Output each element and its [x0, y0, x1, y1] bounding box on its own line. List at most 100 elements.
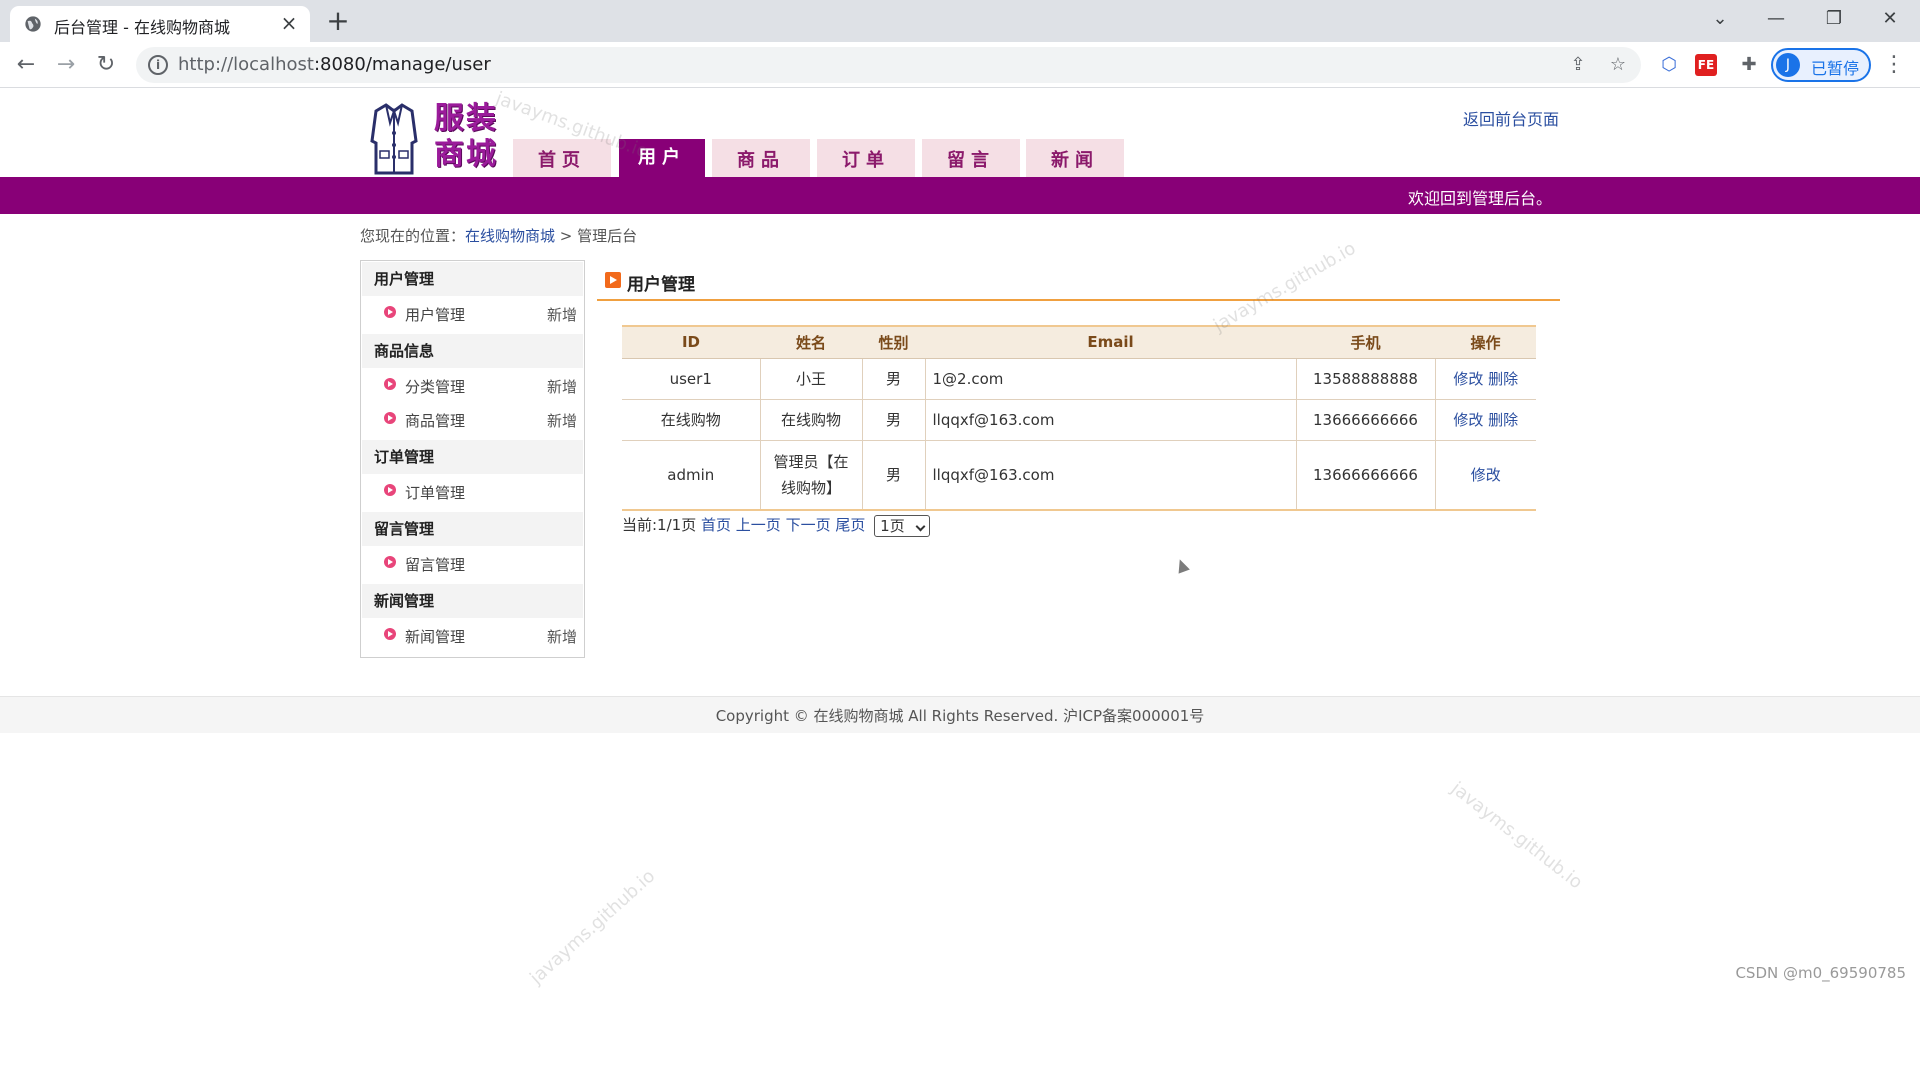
- table-header-row: ID 姓名 性别 Email 手机 操作: [622, 325, 1536, 359]
- sidebar-add-product-link[interactable]: 新增: [547, 410, 577, 431]
- tab-title: 后台管理 - 在线购物商城: [54, 18, 230, 37]
- more-menu-icon[interactable]: ⋮: [1880, 51, 1908, 79]
- chevron-down-icon: [915, 521, 926, 531]
- col-header-gender: 性别: [862, 325, 925, 359]
- minimize-icon[interactable]: —: [1756, 4, 1796, 34]
- col-header-email: Email: [925, 325, 1296, 359]
- delete-link[interactable]: 删除: [1488, 370, 1518, 388]
- tab-search-chevron-icon[interactable]: ⌄: [1700, 4, 1740, 34]
- close-tab-icon[interactable]: ×: [278, 11, 300, 35]
- edit-link[interactable]: 修改: [1453, 411, 1483, 429]
- share-icon[interactable]: ⇪: [1566, 53, 1590, 77]
- extension-hex-icon[interactable]: ⬡: [1655, 51, 1683, 79]
- cell-id: 在线购物: [622, 399, 761, 441]
- welcome-banner: 欢迎回到管理后台。: [0, 177, 1920, 214]
- cell-name-line1: 管理员【在: [773, 452, 849, 471]
- restore-icon[interactable]: ❐: [1814, 4, 1854, 34]
- forward-arrow-icon[interactable]: →: [50, 49, 82, 81]
- url-text[interactable]: http://localhost:8080/manage/user: [178, 54, 491, 75]
- watermark: javayms.github.io: [526, 865, 660, 989]
- cell-name: 在线购物: [760, 399, 863, 441]
- cell-email: 1@2.com: [925, 358, 1297, 400]
- cell-actions: 修改: [1435, 440, 1536, 511]
- site-info-icon[interactable]: i: [148, 55, 168, 75]
- nav-products[interactable]: 商品: [712, 139, 810, 177]
- cell-actions: 修改 删除: [1435, 399, 1536, 441]
- extensions-puzzle-icon[interactable]: ✚: [1735, 51, 1763, 79]
- profile-status-label: 已暂停: [1811, 59, 1860, 78]
- sidebar-item-label[interactable]: 新闻管理: [405, 626, 465, 647]
- sidebar-item-order-manage: 订单管理: [362, 474, 583, 508]
- sidebar-add-category-link[interactable]: 新增: [547, 376, 577, 397]
- avatar: J: [1776, 53, 1800, 77]
- breadcrumb-home-link[interactable]: 在线购物商城: [465, 227, 555, 245]
- cell-actions: 修改 删除: [1435, 358, 1536, 400]
- globe-icon: [25, 16, 41, 32]
- cell-id: admin: [622, 440, 761, 511]
- reload-icon[interactable]: ↻: [90, 49, 122, 81]
- csdn-watermark: CSDN @m0_69590785: [1735, 964, 1906, 982]
- bullet-arrow-icon: [384, 306, 396, 318]
- edit-link[interactable]: 修改: [1471, 466, 1501, 484]
- cell-gender: 男: [862, 440, 926, 511]
- edit-link[interactable]: 修改: [1453, 370, 1483, 388]
- sidebar-item-label[interactable]: 订单管理: [405, 482, 465, 503]
- mouse-cursor-icon: [1174, 557, 1190, 574]
- nav-orders[interactable]: 订单: [817, 139, 915, 177]
- cell-name-line2: 线购物】: [780, 478, 841, 497]
- sidebar-item-label[interactable]: 留言管理: [405, 554, 465, 575]
- fe-extension-icon[interactable]: FE: [1695, 54, 1717, 76]
- sidebar-item-label[interactable]: 用户管理: [405, 304, 465, 325]
- breadcrumb: 您现在的位置：在线购物商城 > 管理后台: [360, 225, 637, 246]
- col-header-name: 姓名: [760, 325, 862, 359]
- address-bar[interactable]: i http://localhost:8080/manage/user ⇪ ☆: [136, 47, 1641, 83]
- close-window-icon[interactable]: ✕: [1870, 4, 1910, 34]
- table-row: admin 管理员【在线购物】 男 llqqxf@163.com 1366666…: [622, 440, 1536, 511]
- sidebar-add-news-link[interactable]: 新增: [547, 626, 577, 647]
- back-to-frontend-link[interactable]: 返回前台页面: [1463, 106, 1559, 130]
- sidebar-item-label[interactable]: 商品管理: [405, 410, 465, 431]
- bullet-arrow-icon: [384, 556, 396, 568]
- new-tab-icon[interactable]: +: [322, 6, 354, 38]
- col-header-actions: 操作: [1435, 325, 1536, 359]
- cell-id: user1: [622, 358, 761, 400]
- bookmark-star-icon[interactable]: ☆: [1606, 53, 1630, 77]
- pager-prev-link[interactable]: 上一页: [736, 516, 781, 534]
- coat-logo-icon: [370, 103, 418, 175]
- nav-news[interactable]: 新闻: [1026, 139, 1124, 177]
- admin-sidebar: 用户管理 用户管理 新增 商品信息 分类管理 新增 商品管理 新增 订单管理 订…: [360, 260, 585, 658]
- title-arrow-icon: [605, 272, 621, 288]
- cell-gender: 男: [862, 358, 926, 400]
- site-logo[interactable]: 服装 商城: [368, 101, 508, 177]
- browser-tab[interactable]: 后台管理 - 在线购物商城 ×: [10, 6, 310, 42]
- url-host: http://localhost: [178, 54, 314, 75]
- back-arrow-icon[interactable]: ←: [10, 49, 42, 81]
- profile-button[interactable]: J 已暂停: [1771, 48, 1871, 82]
- copyright-text: Copyright © 在线购物商城 All Rights Reserved. …: [715, 707, 1205, 725]
- cell-phone: 13666666666: [1296, 440, 1436, 511]
- bullet-arrow-icon: [384, 378, 396, 390]
- sidebar-group-orders: 订单管理: [362, 440, 583, 474]
- sidebar-item-news-manage: 新闻管理 新增: [362, 618, 583, 652]
- sidebar-item-label[interactable]: 分类管理: [405, 376, 465, 397]
- pager-first-link[interactable]: 首页: [701, 516, 731, 534]
- sidebar-group-messages: 留言管理: [362, 512, 583, 546]
- delete-link[interactable]: 删除: [1488, 411, 1518, 429]
- table-row: user1 小王 男 1@2.com 13588888888 修改 删除: [622, 358, 1536, 400]
- sidebar-item-category-manage: 分类管理 新增: [362, 368, 583, 402]
- col-header-id: ID: [622, 325, 760, 359]
- col-header-phone: 手机: [1296, 325, 1435, 359]
- sidebar-item-product-manage: 商品管理 新增: [362, 402, 583, 436]
- cell-gender: 男: [862, 399, 926, 441]
- cell-email: llqqxf@163.com: [925, 440, 1297, 511]
- pager-status: 当前:1/1页: [622, 516, 697, 534]
- panel-header: 用户管理: [597, 268, 1560, 301]
- logo-text: 服装 商城: [434, 101, 504, 173]
- web-page: 服装 商城 首页 用户 商品 订单 留言 新闻 返回前台页面 欢迎回到管理后台。…: [0, 88, 1920, 1080]
- pager-next-link[interactable]: 下一页: [786, 516, 831, 534]
- cell-phone: 13666666666: [1296, 399, 1436, 441]
- page-select[interactable]: 1页: [874, 514, 931, 537]
- sidebar-add-user-link[interactable]: 新增: [547, 304, 577, 325]
- nav-messages[interactable]: 留言: [922, 139, 1020, 177]
- pager-last-link[interactable]: 尾页: [835, 516, 865, 534]
